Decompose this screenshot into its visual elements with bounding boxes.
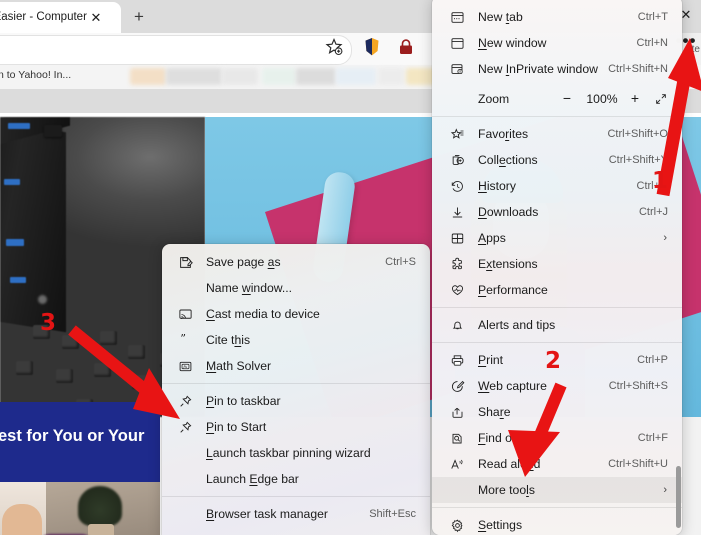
screenshot-root: AJIO.c [0, 0, 701, 535]
annotation-arrow-3 [68, 325, 180, 419]
annotation-number-3: 3 [40, 310, 57, 336]
